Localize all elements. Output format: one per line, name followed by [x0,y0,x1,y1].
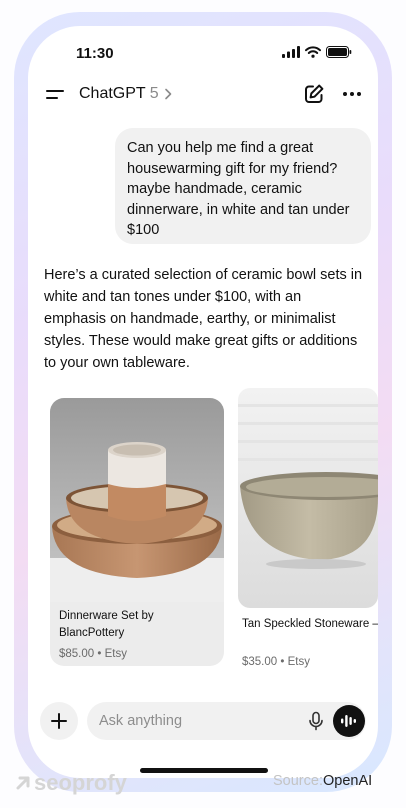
message-input[interactable] [99,711,289,731]
new-chat-icon [305,84,324,103]
product-card[interactable]: Tan Speckled Stoneware – Handmade $35.00… [238,388,378,668]
plus-icon [51,713,67,729]
more-icon [343,92,361,96]
product-image [238,388,378,608]
voice-mode-button[interactable] [333,705,365,737]
model-version: 5 [149,85,159,102]
meta-separator: • [97,648,105,660]
product-meta: $85.00 • Etsy [59,648,127,660]
chevron-right-icon [164,88,171,100]
new-chat-button[interactable] [302,82,326,106]
assistant-message: Here’s a curated selection of ceramic bo… [44,267,363,371]
composer [40,702,366,742]
product-meta: $35.00 • Etsy [242,656,310,668]
message-input-container [87,702,366,740]
product-card[interactable]: Dinnerware Set by BlancPottery $85.00 • … [50,398,224,666]
product-store: Etsy [104,648,127,660]
phone-screen: 11:30 ChatGPT 5 Can you help me find a g… [28,26,378,778]
arrow-icon [16,776,30,790]
product-price: $85.00 [59,648,95,660]
microphone-icon [309,711,323,731]
user-message: Can you help me find a great housewarmin… [115,128,371,244]
more-options-button[interactable] [340,82,364,106]
page: 11:30 ChatGPT 5 Can you help me find a g… [0,0,406,808]
add-attachment-button[interactable] [40,702,78,740]
signal-icon [282,46,300,58]
wifi-icon [305,46,321,58]
product-name: Dinnerware Set by BlancPottery [59,610,154,639]
dictate-button[interactable] [305,710,327,732]
home-indicator [140,768,268,773]
watermark: seoprofy [14,770,127,796]
status-bar: 11:30 [28,26,378,76]
voice-mode-icon [341,715,356,727]
app-title: ChatGPT [79,85,146,102]
product-store: Etsy [287,656,310,668]
source-value: OpenAI [322,773,373,789]
product-price: $35.00 [242,656,278,668]
battery-icon [326,46,352,58]
product-image [50,398,224,602]
status-icons [282,46,352,58]
source-credit: Source:OpenAI [273,773,372,789]
status-time: 11:30 [76,45,114,62]
watermark-brand: seoprofy [34,770,127,795]
model-selector[interactable]: ChatGPT 5 [79,85,173,103]
source-label: Source: [273,773,323,789]
meta-separator: • [280,656,288,668]
chat-header: ChatGPT 5 [28,78,378,112]
menu-icon [46,90,64,99]
menu-button[interactable] [44,84,66,106]
product-name: Tan Speckled Stoneware – Handmade [242,618,378,630]
